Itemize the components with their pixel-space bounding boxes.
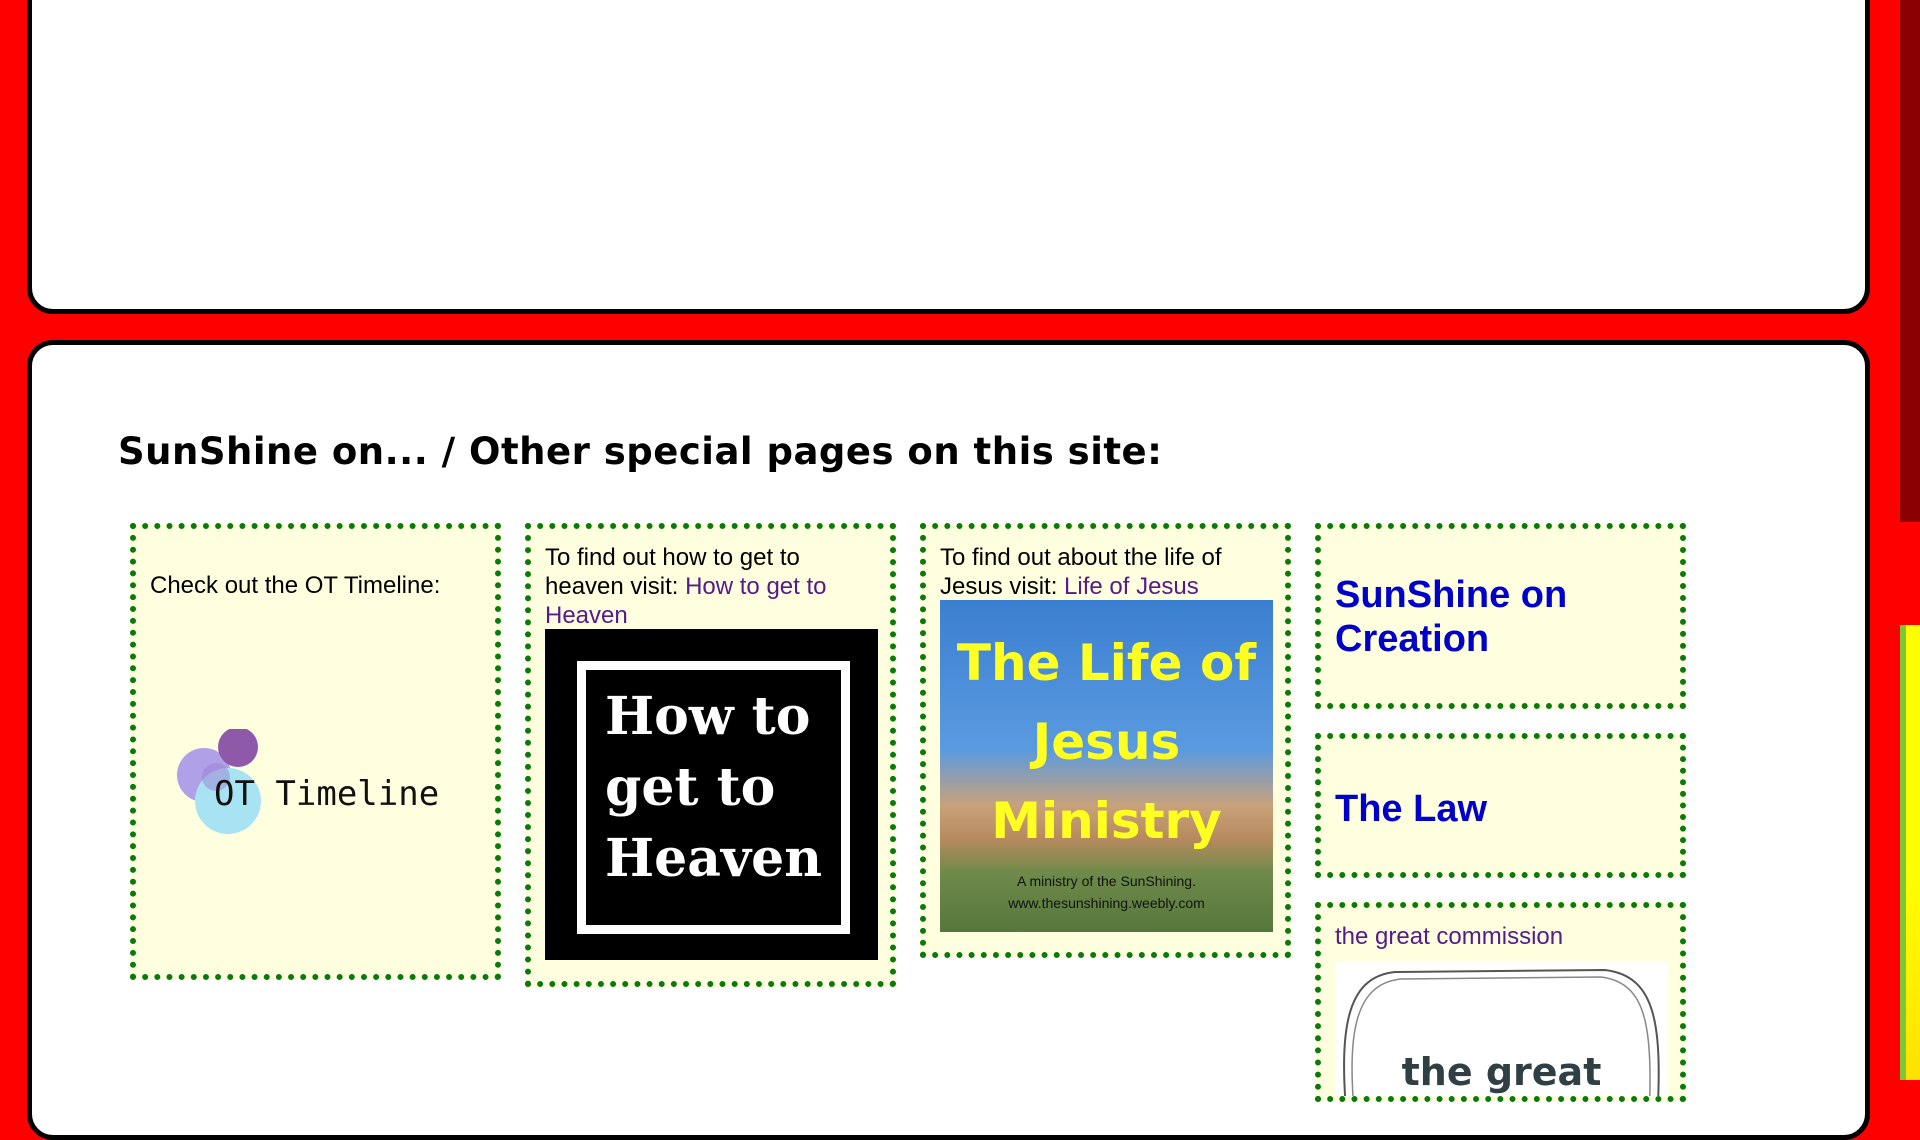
jesus-image[interactable]: The Life of Jesus Ministry A ministry of… [940, 600, 1273, 932]
heaven-text: To find out how to get to heaven visit: … [545, 543, 876, 630]
card-ot-timeline: Check out the OT Timeline: OT Timeline [130, 523, 501, 980]
ot-timeline-logo[interactable]: OT Timeline [176, 727, 456, 839]
card-great-commission: the great commission the great [1315, 902, 1686, 1102]
jesus-link[interactable]: Life of Jesus [1064, 573, 1199, 600]
commission-image[interactable]: the great [1335, 962, 1668, 1096]
commission-text: the great commission [1335, 922, 1666, 951]
jesus-image-credit: A ministry of the SunShining. www.thesun… [940, 870, 1273, 914]
section-heading: SunShine on... / Other special pages on … [118, 430, 1163, 473]
commission-link[interactable]: the great commission [1335, 923, 1563, 950]
jesus-text: To find out about the life of Jesus visi… [940, 543, 1271, 601]
commission-image-text: the great [1401, 1050, 1602, 1094]
jesus-image-credit-line2: www.thesunshining.weebly.com [1008, 895, 1205, 911]
scrollbar-thumb-edge [1900, 625, 1906, 1080]
card-jesus: To find out about the life of Jesus visi… [920, 523, 1291, 958]
ot-timeline-logo-text: OT Timeline [214, 774, 439, 814]
law-link[interactable]: The Law [1335, 787, 1666, 831]
jesus-image-credit-line1: A ministry of the SunShining. [1017, 873, 1196, 889]
heaven-image[interactable]: How to get to Heaven [545, 629, 878, 960]
card-creation: SunShine on Creation [1315, 523, 1686, 709]
creation-link[interactable]: SunShine on Creation [1335, 573, 1666, 661]
scrollbar-upper-region[interactable] [1900, 0, 1920, 522]
card-heaven: To find out how to get to heaven visit: … [525, 523, 896, 987]
ot-timeline-text: Check out the OT Timeline: [150, 572, 441, 599]
jesus-image-title: The Life of Jesus Ministry [956, 634, 1257, 850]
card-law: The Law [1315, 733, 1686, 878]
ot-timeline-logo-graphic: OT Timeline [177, 727, 439, 834]
heaven-image-title: How to get to Heaven [605, 686, 823, 889]
top-content-panel [27, 0, 1870, 314]
